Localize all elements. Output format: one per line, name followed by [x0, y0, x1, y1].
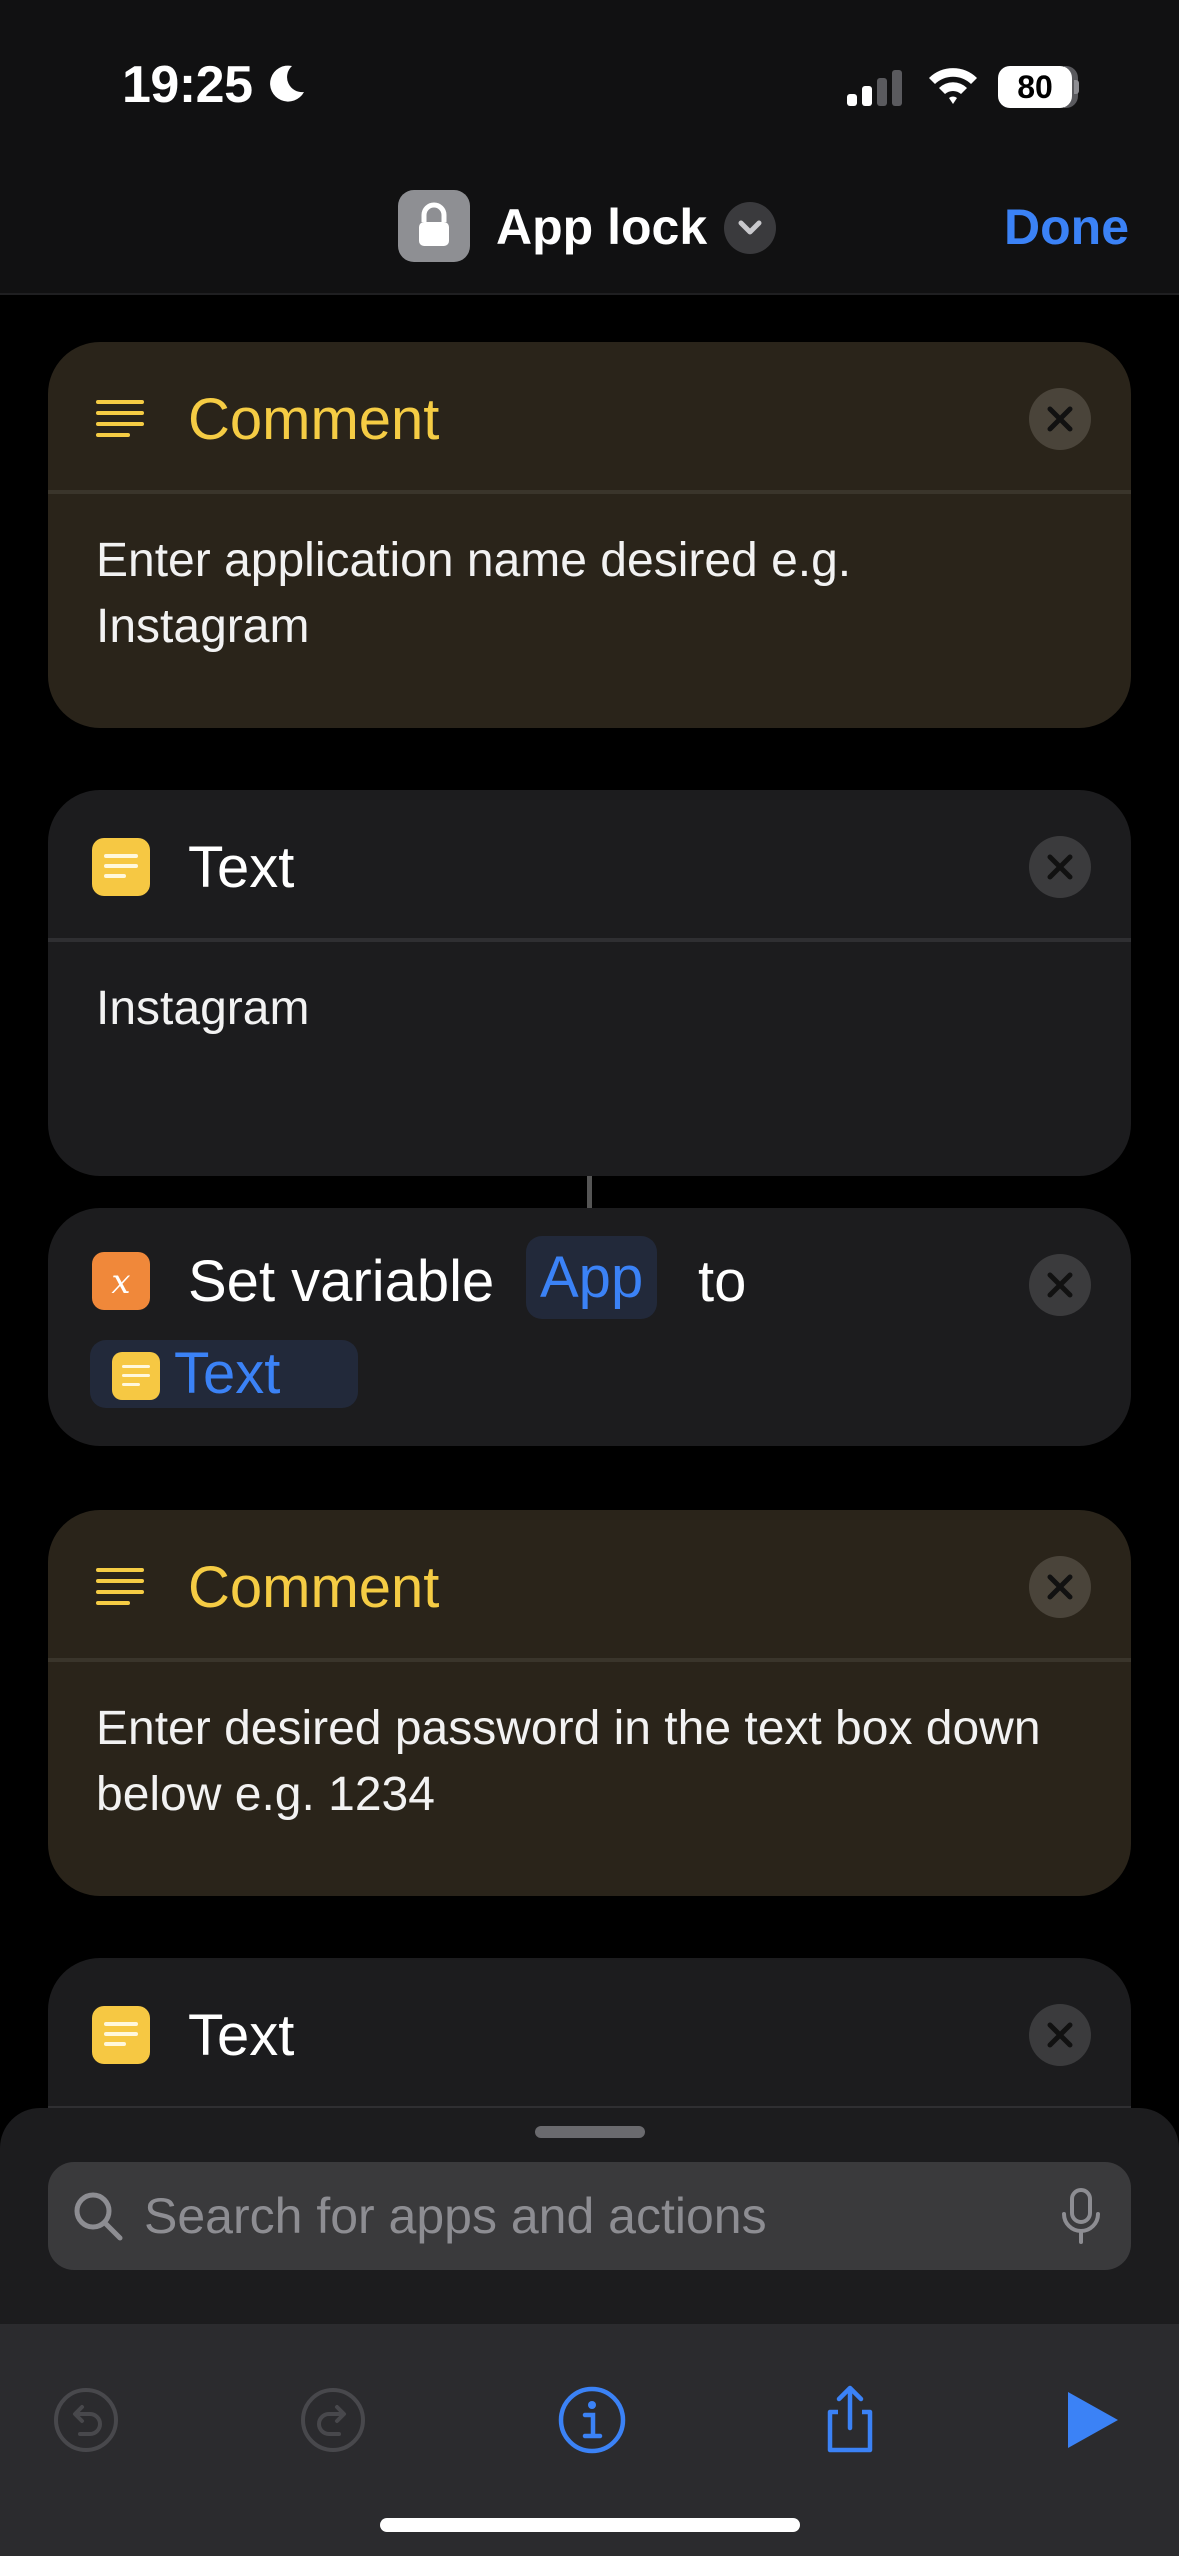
card-header: Comment	[48, 1510, 1131, 1662]
microphone-icon[interactable]	[1053, 2186, 1109, 2246]
play-icon[interactable]	[1050, 2380, 1130, 2460]
set-variable-to-label: to	[698, 1249, 747, 1314]
status-time: 19:25	[122, 56, 253, 114]
comment-text[interactable]: Enter desired password in the text box d…	[96, 1696, 1076, 1828]
lines-icon	[96, 1568, 144, 1605]
variable-value-token[interactable]: Text	[90, 1340, 358, 1408]
close-icon[interactable]	[1029, 2004, 1091, 2066]
close-icon[interactable]	[1029, 836, 1091, 898]
text-doc-icon	[92, 838, 150, 896]
cellular-signal-icon	[847, 70, 902, 106]
text-doc-icon	[112, 1352, 160, 1400]
sheet-grabber[interactable]	[535, 2126, 645, 2138]
close-icon[interactable]	[1029, 1254, 1091, 1316]
top-bar: 19:25 80 App lock Done	[0, 0, 1179, 295]
card-title: Comment	[188, 387, 440, 452]
close-icon[interactable]	[1029, 1556, 1091, 1618]
text-action-card[interactable]: Text Instagram	[48, 790, 1131, 1176]
text-doc-icon	[92, 2006, 150, 2064]
close-icon[interactable]	[1029, 388, 1091, 450]
variable-name-token[interactable]: App	[526, 1236, 658, 1319]
shortcut-title[interactable]: App lock	[496, 198, 707, 256]
home-indicator[interactable]	[380, 2518, 800, 2532]
card-title: Comment	[188, 1555, 440, 1620]
comment-text[interactable]: Enter application name desired e.g. Inst…	[96, 528, 1076, 660]
set-variable-action-card[interactable]: x Set variable App to Text	[48, 1208, 1131, 1446]
variable-value-label: Text	[174, 1341, 281, 1406]
lines-icon	[96, 400, 144, 437]
shortcut-lock-icon[interactable]	[398, 190, 470, 262]
svg-text:x: x	[111, 1262, 130, 1302]
card-title: Text	[188, 2003, 295, 2068]
set-variable-label: Set variable	[188, 1249, 495, 1314]
battery-level: 80	[998, 66, 1072, 108]
search-input[interactable]	[144, 2162, 1044, 2270]
card-title: Text	[188, 835, 295, 900]
done-button[interactable]: Done	[1004, 198, 1129, 256]
flow-connector	[587, 1176, 592, 1208]
moon-icon	[270, 65, 304, 102]
chevron-down-icon[interactable]	[724, 202, 776, 254]
card-header: Text	[48, 1958, 1131, 2110]
search-icon	[74, 2192, 123, 2241]
info-icon[interactable]	[552, 2380, 632, 2460]
card-header: Comment	[48, 342, 1131, 494]
action-search-sheet	[0, 2108, 1179, 2556]
text-value[interactable]: Instagram	[96, 976, 1076, 1042]
undo-icon[interactable]	[46, 2380, 126, 2460]
comment-action-card[interactable]: Comment Enter desired password in the te…	[48, 1510, 1131, 1896]
nav-bar: App lock Done	[0, 180, 1179, 270]
variable-x-icon: x	[92, 1252, 150, 1310]
card-header: Text	[48, 790, 1131, 942]
search-bar[interactable]	[48, 2162, 1131, 2270]
comment-action-card[interactable]: Comment Enter application name desired e…	[48, 342, 1131, 728]
battery-icon: 80	[998, 66, 1079, 108]
redo-icon[interactable]	[293, 2380, 373, 2460]
wifi-icon	[929, 68, 977, 104]
share-icon[interactable]	[810, 2380, 890, 2460]
